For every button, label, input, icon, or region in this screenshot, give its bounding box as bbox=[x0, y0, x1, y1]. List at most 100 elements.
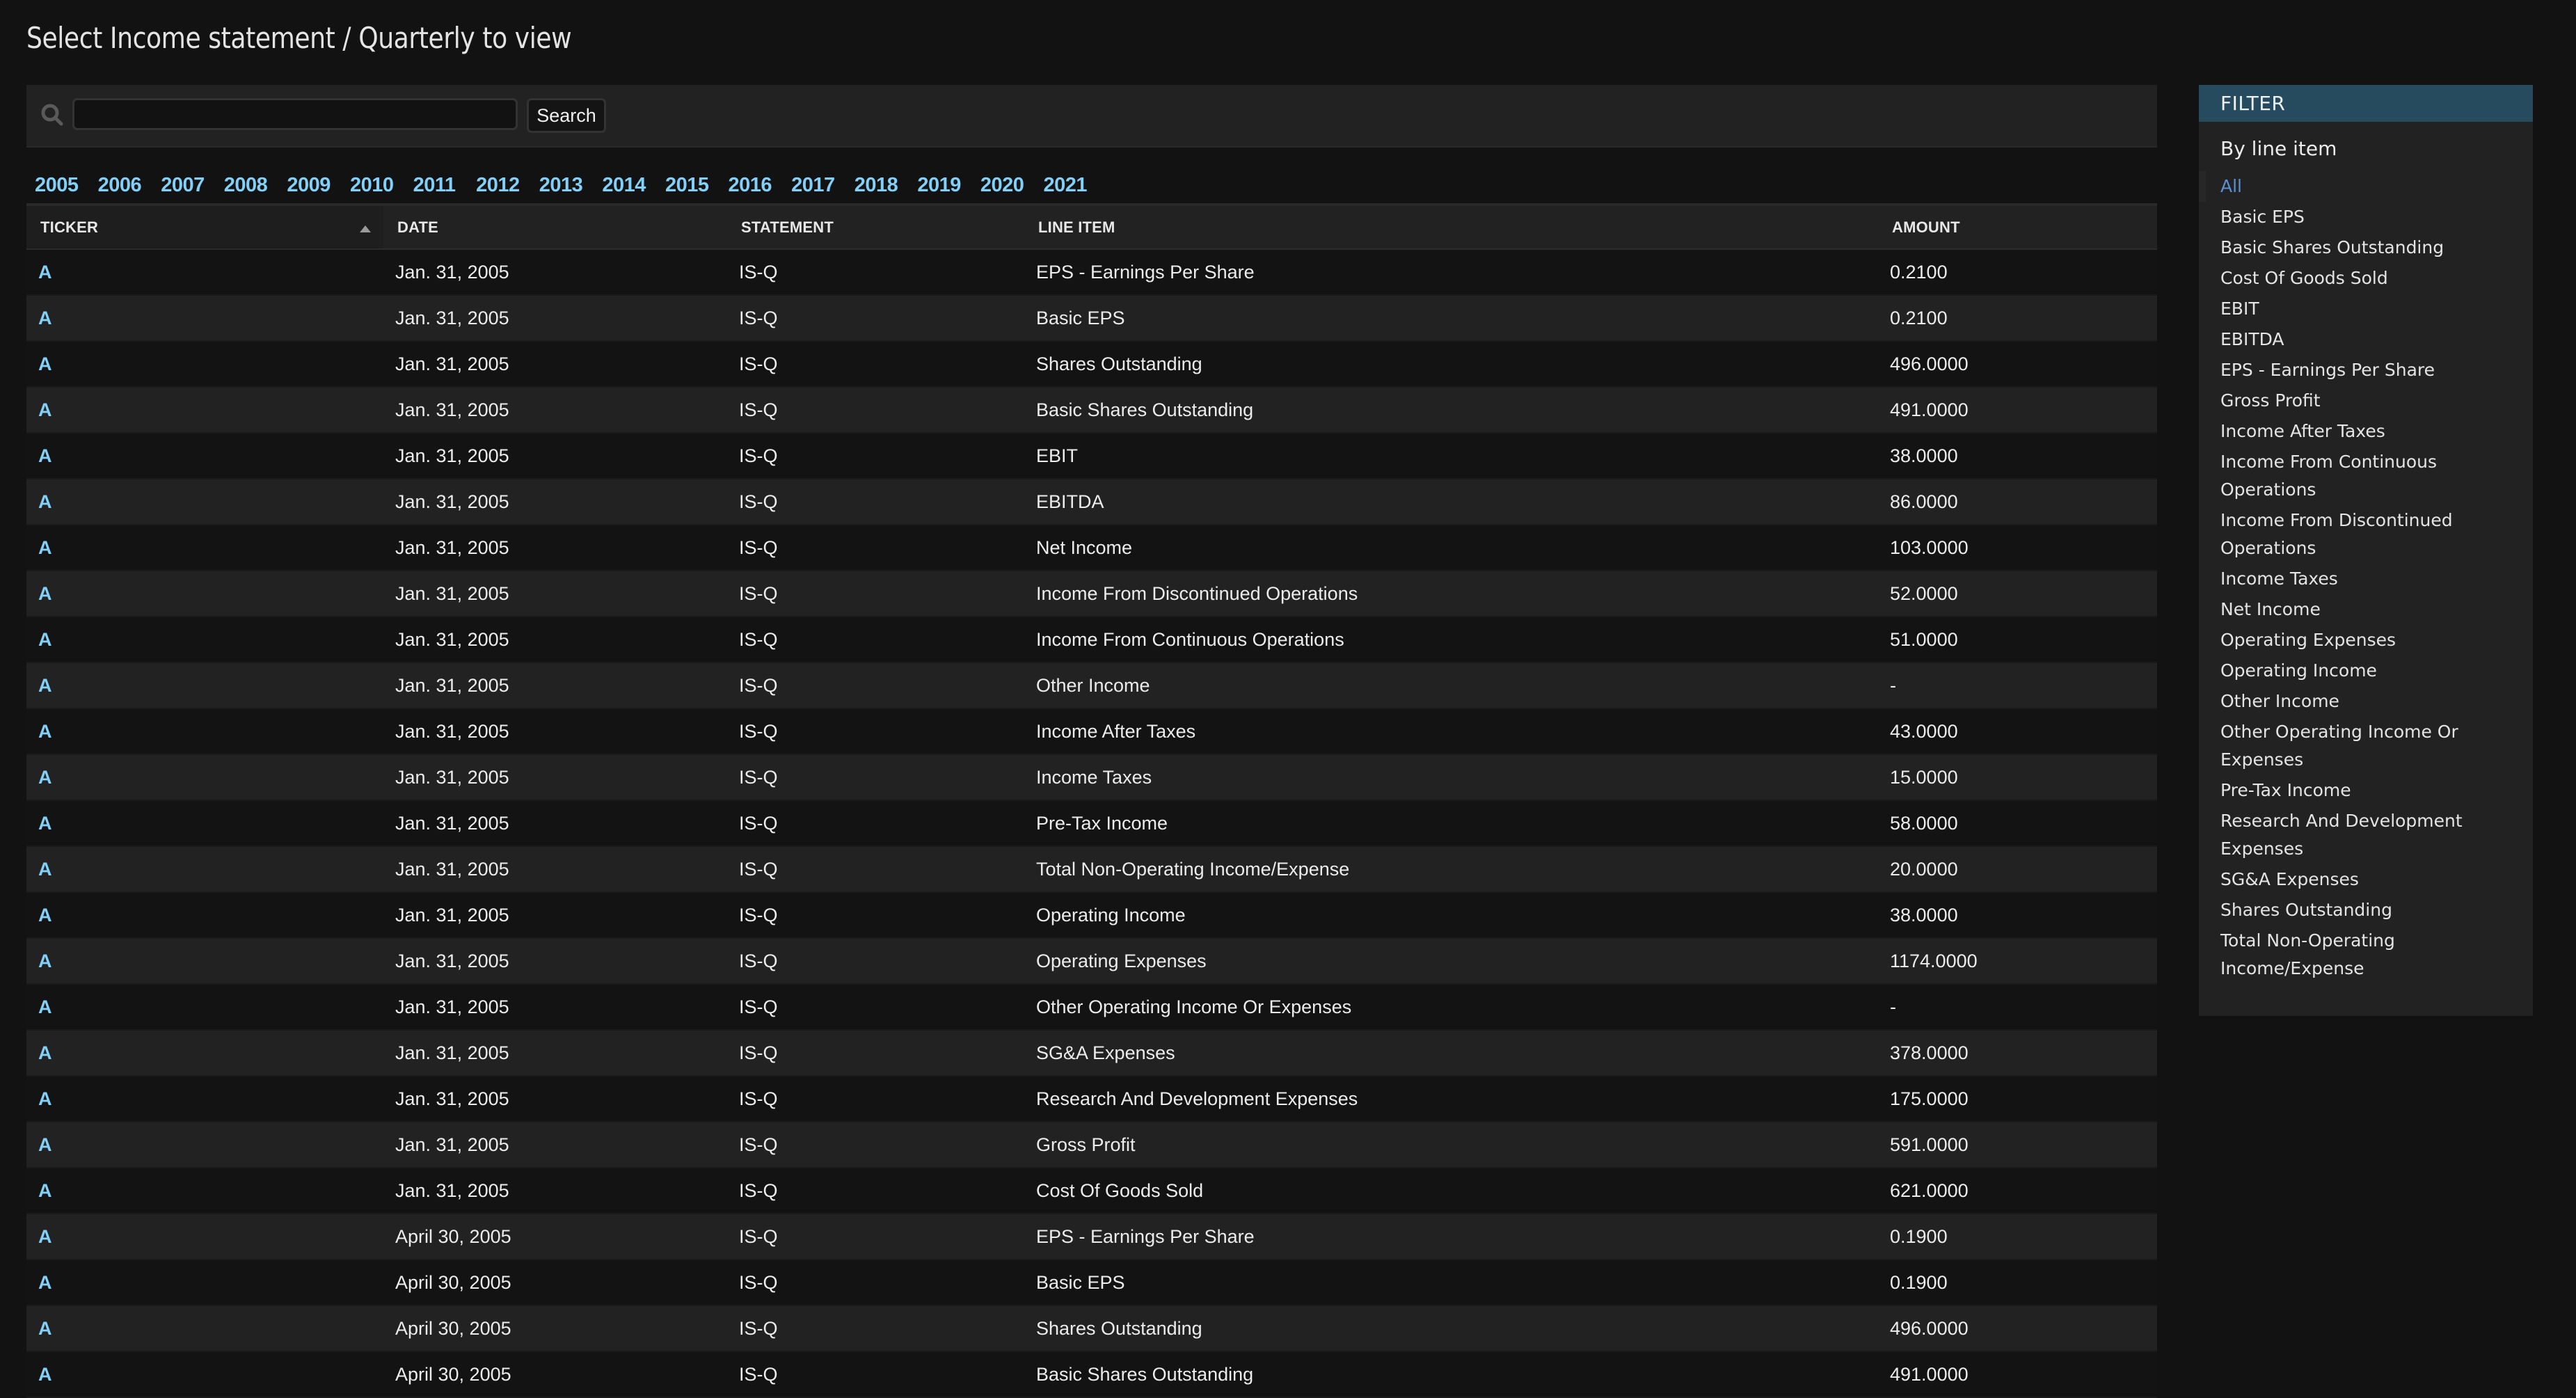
ticker-link[interactable]: A bbox=[38, 951, 52, 971]
ticker-link[interactable]: A bbox=[38, 1272, 52, 1293]
filter-item[interactable]: All bbox=[2199, 171, 2533, 202]
ticker-link[interactable]: A bbox=[38, 859, 52, 880]
column-header-date[interactable]: DATE bbox=[383, 203, 727, 250]
year-link-2007[interactable]: 2007 bbox=[161, 174, 224, 197]
table-row: A Jan. 31, 2005 IS-Q Cost Of Goods Sold 621.… bbox=[26, 1168, 2157, 1214]
filter-item[interactable]: Total Non-Operating Income/Expense bbox=[2199, 926, 2533, 984]
ticker-link[interactable]: A bbox=[38, 905, 52, 926]
cell-amount: 0.2100 bbox=[1878, 249, 2157, 296]
filter-item[interactable]: Gross Profit bbox=[2199, 386, 2533, 416]
column-header-line-item[interactable]: LINE ITEM bbox=[1024, 203, 1878, 250]
year-link-2016[interactable]: 2016 bbox=[729, 174, 792, 197]
column-header-amount[interactable]: AMOUNT bbox=[1878, 203, 2157, 250]
year-link-2011[interactable]: 2011 bbox=[413, 174, 477, 197]
ticker-link[interactable]: A bbox=[38, 491, 52, 512]
year-link-2008[interactable]: 2008 bbox=[224, 174, 287, 197]
ticker-link[interactable]: A bbox=[38, 629, 52, 650]
ticker-link[interactable]: A bbox=[38, 308, 52, 328]
table-row: A Jan. 31, 2005 IS-Q SG&A Expenses 378.0000 bbox=[26, 1030, 2157, 1077]
filter-item[interactable]: Operating Expenses bbox=[2199, 625, 2533, 656]
cell-ticker: A bbox=[26, 1260, 383, 1306]
year-link-2014[interactable]: 2014 bbox=[602, 174, 665, 197]
cell-date: Jan. 31, 2005 bbox=[383, 662, 727, 709]
year-link-2021[interactable]: 2021 bbox=[1044, 174, 1107, 197]
filter-item[interactable]: Pre-Tax Income bbox=[2199, 775, 2533, 806]
cell-line-item: Other Income bbox=[1024, 662, 1878, 709]
ticker-link[interactable]: A bbox=[38, 675, 52, 696]
year-link-2009[interactable]: 2009 bbox=[287, 174, 350, 197]
table-row: A Jan. 31, 2005 IS-Q Pre-Tax Income 58.0000 bbox=[26, 800, 2157, 847]
ticker-link[interactable]: A bbox=[38, 1226, 52, 1247]
filter-item[interactable]: EBITDA bbox=[2199, 324, 2533, 355]
cell-line-item: Shares Outstanding bbox=[1024, 341, 1878, 388]
ticker-link[interactable]: A bbox=[38, 767, 52, 788]
year-link-2017[interactable]: 2017 bbox=[791, 174, 854, 197]
table-row: A Jan. 31, 2005 IS-Q Other Operating Income… bbox=[26, 984, 2157, 1031]
ticker-link[interactable]: A bbox=[38, 583, 52, 604]
column-header-statement[interactable]: STATEMENT bbox=[727, 203, 1024, 250]
ticker-link[interactable]: A bbox=[38, 1088, 52, 1109]
search-input[interactable] bbox=[72, 98, 518, 130]
filter-item[interactable]: Income From Continuous Operations bbox=[2199, 447, 2533, 505]
filter-item[interactable]: Shares Outstanding bbox=[2199, 895, 2533, 926]
search-button[interactable]: Search bbox=[527, 98, 606, 133]
year-link-2020[interactable]: 2020 bbox=[980, 174, 1044, 197]
filter-item[interactable]: Basic Shares Outstanding bbox=[2199, 232, 2533, 263]
filter-item[interactable]: Research And Development Expenses bbox=[2199, 806, 2533, 864]
year-link-2015[interactable]: 2015 bbox=[665, 174, 729, 197]
filter-item[interactable]: Other Income bbox=[2199, 686, 2533, 717]
year-link-2005[interactable]: 2005 bbox=[35, 174, 98, 197]
cell-line-item: EPS - Earnings Per Share bbox=[1024, 249, 1878, 296]
ticker-link[interactable]: A bbox=[38, 537, 52, 558]
year-link-2019[interactable]: 2019 bbox=[917, 174, 980, 197]
column-header-ticker[interactable]: TICKER bbox=[26, 203, 383, 250]
ticker-link[interactable]: A bbox=[38, 721, 52, 742]
ticker-link[interactable]: A bbox=[38, 262, 52, 283]
cell-amount: 51.0000 bbox=[1878, 617, 2157, 663]
year-link-2018[interactable]: 2018 bbox=[854, 174, 918, 197]
cell-line-item: Shares Outstanding bbox=[1024, 1305, 1878, 1352]
cell-amount: 103.0000 bbox=[1878, 525, 2157, 571]
sort-ascending-icon[interactable] bbox=[360, 225, 371, 232]
cell-ticker: A bbox=[26, 249, 383, 296]
ticker-link[interactable]: A bbox=[38, 354, 52, 374]
ticker-link[interactable]: A bbox=[38, 1134, 52, 1155]
cell-ticker: A bbox=[26, 662, 383, 709]
cell-ticker: A bbox=[26, 708, 383, 755]
filter-item[interactable]: Basic EPS bbox=[2199, 202, 2533, 232]
ticker-link[interactable]: A bbox=[38, 1364, 52, 1385]
filter-item[interactable]: Operating Income bbox=[2199, 656, 2533, 686]
year-link-2013[interactable]: 2013 bbox=[539, 174, 603, 197]
cell-line-item: Operating Income bbox=[1024, 892, 1878, 939]
year-link-2012[interactable]: 2012 bbox=[476, 174, 539, 197]
cell-statement: IS-Q bbox=[727, 433, 1024, 479]
filter-item[interactable]: SG&A Expenses bbox=[2199, 864, 2533, 895]
filter-item[interactable]: EBIT bbox=[2199, 294, 2533, 324]
cell-line-item: Cost Of Goods Sold bbox=[1024, 1168, 1878, 1214]
filter-item[interactable]: Income Taxes bbox=[2199, 564, 2533, 594]
cell-date: Jan. 31, 2005 bbox=[383, 984, 727, 1031]
ticker-link[interactable]: A bbox=[38, 813, 52, 834]
year-link-2010[interactable]: 2010 bbox=[350, 174, 413, 197]
ticker-link[interactable]: A bbox=[38, 1180, 52, 1201]
cell-amount: - bbox=[1878, 984, 2157, 1031]
table-row: A Jan. 31, 2005 IS-Q Total Non-Operating In… bbox=[26, 846, 2157, 893]
ticker-link[interactable]: A bbox=[38, 996, 52, 1017]
filter-item[interactable]: Net Income bbox=[2199, 594, 2533, 625]
ticker-link[interactable]: A bbox=[38, 445, 52, 466]
table-body: A Jan. 31, 2005 IS-Q EPS - Earnings Per Sha… bbox=[26, 249, 2157, 1398]
filter-item[interactable]: Income After Taxes bbox=[2199, 416, 2533, 447]
filter-item[interactable]: EPS - Earnings Per Share bbox=[2199, 355, 2533, 386]
year-link-2006[interactable]: 2006 bbox=[98, 174, 161, 197]
table-row: A Jan. 31, 2005 IS-Q Income From Discontinu… bbox=[26, 571, 2157, 617]
cell-ticker: A bbox=[26, 433, 383, 479]
cell-line-item: Income From Discontinued Operations bbox=[1024, 571, 1878, 617]
ticker-link[interactable]: A bbox=[38, 1318, 52, 1339]
filter-item[interactable]: Cost Of Goods Sold bbox=[2199, 263, 2533, 294]
ticker-link[interactable]: A bbox=[38, 1042, 52, 1063]
filter-item[interactable]: Other Operating Income Or Expenses bbox=[2199, 717, 2533, 775]
cell-date: Jan. 31, 2005 bbox=[383, 571, 727, 617]
cell-amount: 86.0000 bbox=[1878, 479, 2157, 525]
filter-item[interactable]: Income From Discontinued Operations bbox=[2199, 505, 2533, 564]
ticker-link[interactable]: A bbox=[38, 399, 52, 420]
